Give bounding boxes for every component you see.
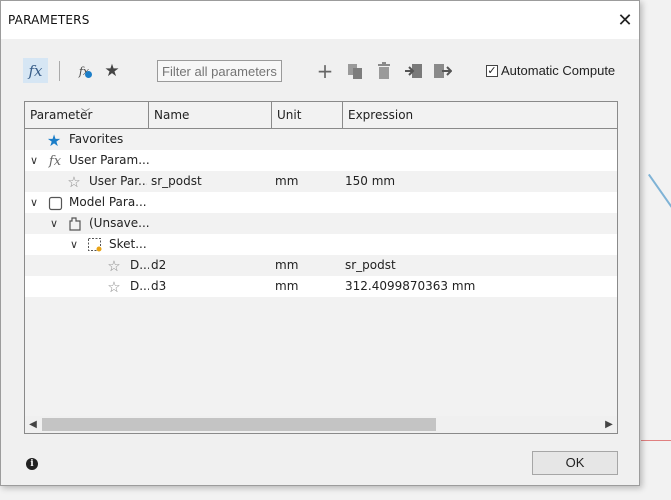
chevron-down-icon[interactable]: ∨ — [27, 150, 41, 171]
row-name: d2 — [151, 258, 167, 272]
column-header-unit[interactable]: Unit — [272, 102, 343, 128]
import-icon[interactable] — [403, 60, 423, 82]
parameters-table: Parameter ﹀ Name Unit Expression ★ Favor… — [24, 101, 618, 434]
star-outline-icon: ☆ — [107, 278, 121, 296]
chevron-down-icon[interactable]: ∨ — [27, 192, 41, 213]
fx-icon[interactable]: fx — [23, 58, 48, 83]
row-parameter: Model Para... — [69, 195, 147, 209]
column-header-name[interactable]: Name — [149, 102, 272, 128]
sketch-icon — [87, 237, 103, 253]
table-header: Parameter ﹀ Name Unit Expression — [25, 102, 617, 129]
star-icon[interactable]: ★ — [102, 60, 122, 82]
export-icon[interactable] — [432, 60, 452, 82]
sort-chevron-icon: ﹀ — [81, 109, 91, 119]
chevron-down-icon[interactable]: ∨ — [47, 213, 61, 234]
table-row-sketch[interactable]: ∨ Sket... — [25, 234, 617, 255]
column-header-expression[interactable]: Expression — [343, 102, 617, 128]
column-header-parameter[interactable]: Parameter ﹀ — [25, 102, 149, 128]
row-name: sr_podst — [151, 174, 202, 188]
row-parameter: (Unsave... — [89, 216, 149, 230]
chevron-down-icon[interactable]: ∨ — [67, 234, 81, 255]
info-icon[interactable]: i — [26, 458, 38, 470]
automatic-compute-label: Automatic Compute — [501, 63, 616, 78]
user-fx-icon[interactable]: fx — [73, 61, 95, 81]
parameters-dialog: PARAMETERS ✕ fx fx ★ + ✓ Automatic Compu… — [0, 0, 640, 486]
table-row-model-parameters[interactable]: ∨ Model Para... — [25, 192, 617, 213]
table-row[interactable]: ☆ D... d2 mm sr_podst — [25, 255, 617, 276]
component-icon — [67, 216, 83, 232]
table-row-favorites[interactable]: ★ Favorites — [25, 129, 617, 150]
scrollbar-thumb[interactable] — [42, 418, 436, 431]
body-icon — [47, 195, 63, 211]
row-parameter: User Par... — [89, 174, 147, 188]
table-row[interactable]: ☆ User Par... sr_podst mm 150 mm — [25, 171, 617, 192]
scroll-left-icon[interactable]: ◀ — [25, 416, 41, 433]
canvas-axis-line — [641, 440, 671, 441]
scroll-right-icon[interactable]: ▶ — [601, 416, 617, 433]
row-parameter: Sket... — [109, 237, 147, 251]
row-unit: mm — [275, 279, 299, 293]
horizontal-scrollbar[interactable]: ◀ ▶ — [25, 416, 617, 433]
filter-input[interactable] — [157, 60, 282, 82]
row-parameter: D... — [130, 279, 149, 293]
row-parameter: D... — [130, 258, 149, 272]
delete-icon[interactable] — [374, 60, 394, 82]
star-outline-icon: ☆ — [67, 173, 81, 191]
toolbar-separator — [59, 61, 60, 81]
row-unit: mm — [275, 258, 299, 272]
dialog-title: PARAMETERS — [8, 13, 90, 27]
row-expression[interactable]: 312.4099870363 mm — [345, 276, 605, 297]
table-row-user-parameters[interactable]: ∨ fx User Param... — [25, 150, 617, 171]
title-bar: PARAMETERS ✕ — [1, 1, 639, 39]
row-name: d3 — [151, 279, 167, 293]
row-expression[interactable]: 150 mm — [345, 171, 605, 192]
canvas-line — [648, 173, 671, 249]
automatic-compute-checkbox[interactable]: ✓ — [486, 64, 498, 77]
automatic-compute-option[interactable]: ✓ Automatic Compute — [486, 63, 615, 78]
ok-button[interactable]: OK — [532, 451, 618, 475]
row-unit: mm — [275, 174, 299, 188]
close-icon[interactable]: ✕ — [613, 9, 637, 33]
row-parameter: Favorites — [69, 132, 124, 146]
copy-icon[interactable] — [345, 60, 365, 82]
add-icon[interactable]: + — [316, 59, 334, 83]
table-row-component[interactable]: ∨ (Unsave... — [25, 213, 617, 234]
fx-icon: fx — [48, 153, 62, 169]
user-badge-icon — [85, 71, 92, 78]
row-parameter: User Param... — [69, 153, 149, 167]
star-filled-icon: ★ — [46, 130, 62, 150]
row-expression[interactable]: sr_podst — [345, 255, 605, 276]
table-row[interactable]: ☆ D... d3 mm 312.4099870363 mm — [25, 276, 617, 297]
star-outline-icon: ☆ — [107, 257, 121, 275]
